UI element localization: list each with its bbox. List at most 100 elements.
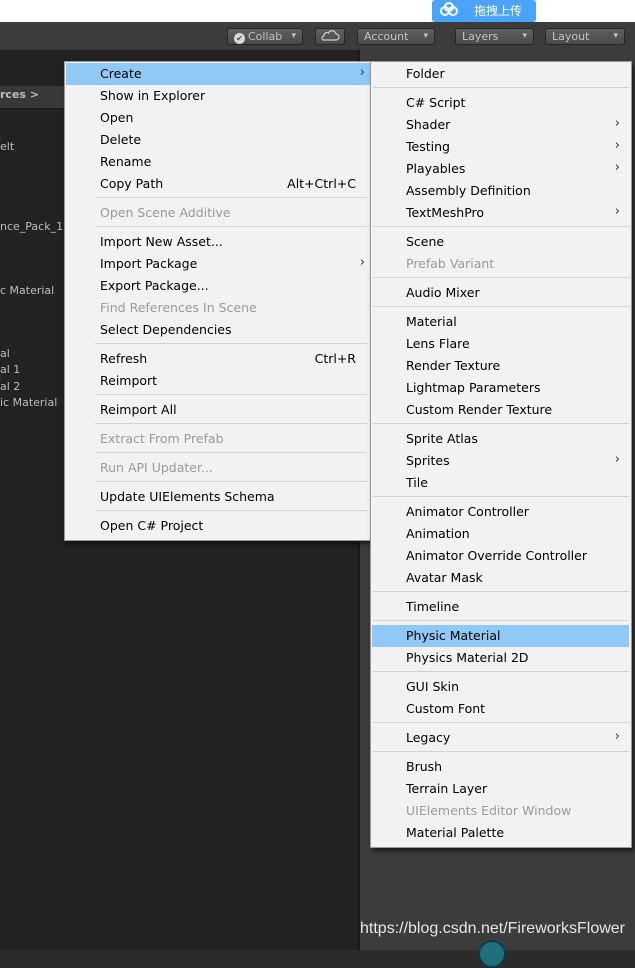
menu-separator — [373, 496, 629, 497]
menu-separator — [95, 394, 367, 395]
submenu-item-material[interactable]: Material — [372, 311, 630, 333]
submenu-item-timeline[interactable]: Timeline — [372, 596, 630, 618]
submenu-item-audio-mixer[interactable]: Audio Mixer — [372, 282, 630, 304]
menu-item-label: Rename — [100, 154, 152, 169]
menu-item-reimport[interactable]: Reimport — [66, 370, 370, 392]
menu-item-label: Lightmap Parameters — [406, 380, 541, 395]
submenu-item-avatar-mask[interactable]: Avatar Mask — [372, 567, 630, 589]
breadcrumb-label[interactable]: rces > — [0, 88, 39, 101]
menu-item-label: Testing — [406, 139, 450, 154]
menu-separator — [373, 423, 629, 424]
menu-item-delete[interactable]: Delete — [66, 129, 370, 151]
menu-item-open[interactable]: Open — [66, 107, 370, 129]
list-item[interactable]: nce_Pack_1 — [0, 220, 63, 233]
list-item[interactable]: al 2 — [0, 380, 20, 393]
submenu-item-folder[interactable]: Folder — [372, 63, 630, 85]
menu-item-label: Animator Controller — [406, 504, 529, 519]
menu-item-label: Open — [100, 110, 134, 125]
menu-item-label: Show in Explorer — [100, 88, 206, 103]
list-item[interactable]: al — [0, 347, 10, 360]
chevron-right-icon: › — [614, 729, 620, 744]
menu-item-label: Folder — [406, 66, 445, 81]
list-item[interactable]: elt — [0, 140, 14, 153]
submenu-item-gui-skin[interactable]: GUI Skin — [372, 676, 630, 698]
menu-item-label: Shader — [406, 117, 451, 132]
submenu-item-textmeshpro[interactable]: TextMeshPro › — [372, 202, 630, 224]
check-icon: ✔ — [234, 33, 245, 44]
menu-item-label: Copy Path — [100, 176, 164, 191]
menu-item-label: Export Package... — [100, 278, 209, 293]
menu-item-reimport-all[interactable]: Reimport All — [66, 399, 370, 421]
chevron-right-icon: › — [614, 204, 620, 219]
submenu-item-animation[interactable]: Animation — [372, 523, 630, 545]
menu-item-label: UIElements Editor Window — [406, 803, 572, 818]
menu-separator — [373, 671, 629, 672]
submenu-item-custom-render-texture[interactable]: Custom Render Texture — [372, 399, 630, 421]
editor-toolbar: ✔ Collab ▾ Account ▾ Layers ▾ Layout ▾ — [0, 22, 635, 50]
submenu-item-brush[interactable]: Brush — [372, 756, 630, 778]
menu-separator — [373, 620, 629, 621]
menu-item-show-in-explorer[interactable]: Show in Explorer — [66, 85, 370, 107]
menu-item-label: Scene — [406, 234, 445, 249]
layout-dropdown[interactable]: Layout ▾ — [545, 28, 625, 45]
collab-button[interactable]: ✔ Collab ▾ — [227, 28, 303, 45]
menu-item-rename[interactable]: Rename — [66, 151, 370, 173]
submenu-item-physic-material[interactable]: Physic Material — [372, 625, 629, 647]
submenu-item-render-texture[interactable]: Render Texture — [372, 355, 630, 377]
menu-item-label: Prefab Variant — [406, 256, 495, 271]
submenu-item-assembly-definition[interactable]: Assembly Definition — [372, 180, 630, 202]
submenu-item-sprite-atlas[interactable]: Sprite Atlas — [372, 428, 630, 450]
menu-separator — [95, 481, 367, 482]
menu-item-label: Render Texture — [406, 358, 501, 373]
submenu-item-terrain-layer[interactable]: Terrain Layer — [372, 778, 630, 800]
caret-down-icon: ▾ — [522, 31, 527, 41]
cloud-icon — [321, 30, 340, 41]
upload-badge[interactable]: 拖拽上传 — [432, 0, 536, 22]
menu-item-find-references: Find References In Scene — [66, 297, 370, 319]
layers-dropdown[interactable]: Layers ▾ — [455, 28, 534, 45]
menu-item-label: Avatar Mask — [406, 570, 483, 585]
submenu-item-animator-controller[interactable]: Animator Controller — [372, 501, 630, 523]
menu-item-label: Legacy — [406, 730, 451, 745]
menu-item-select-dependencies[interactable]: Select Dependencies — [66, 319, 370, 341]
chevron-right-icon: › — [614, 160, 620, 175]
menu-item-create[interactable]: Create › — [66, 63, 370, 85]
submenu-item-material-palette[interactable]: Material Palette — [372, 822, 630, 844]
menu-item-label: Extract From Prefab — [100, 431, 224, 446]
cloud-button[interactable] — [315, 28, 345, 45]
menu-item-import-package[interactable]: Import Package › — [66, 253, 370, 275]
list-item[interactable]: ic Material — [0, 396, 57, 409]
submenu-item-physics-material-2d[interactable]: Physics Material 2D — [372, 647, 630, 669]
menu-item-update-uielements-schema[interactable]: Update UIElements Schema — [66, 486, 370, 508]
menu-item-label: TextMeshPro — [406, 205, 485, 220]
submenu-item-animator-override-controller[interactable]: Animator Override Controller — [372, 545, 630, 567]
menu-separator — [373, 87, 629, 88]
submenu-item-legacy[interactable]: Legacy › — [372, 727, 630, 749]
submenu-item-tile[interactable]: Tile — [372, 472, 630, 494]
menu-item-label: Refresh — [100, 351, 148, 366]
menu-item-open-csharp-project[interactable]: Open C# Project — [66, 515, 370, 537]
menu-item-label: Brush — [406, 759, 443, 774]
menu-item-refresh[interactable]: Refresh Ctrl+R — [66, 348, 370, 370]
account-label: Account — [364, 30, 409, 43]
floating-ball-icon[interactable] — [478, 940, 506, 968]
cloud-upload-icon — [438, 2, 460, 20]
submenu-item-csharp-script[interactable]: C# Script — [372, 92, 630, 114]
submenu-item-shader[interactable]: Shader › — [372, 114, 630, 136]
submenu-item-playables[interactable]: Playables › — [372, 158, 630, 180]
submenu-item-testing[interactable]: Testing › — [372, 136, 630, 158]
menu-item-label: Physics Material 2D — [406, 650, 529, 665]
submenu-item-scene[interactable]: Scene — [372, 231, 630, 253]
submenu-item-lens-flare[interactable]: Lens Flare — [372, 333, 630, 355]
menu-item-export-package[interactable]: Export Package... — [66, 275, 370, 297]
submenu-item-sprites[interactable]: Sprites › — [372, 450, 630, 472]
menu-item-shortcut: Alt+Ctrl+C — [287, 176, 356, 191]
menu-item-label: Material — [406, 314, 457, 329]
list-item[interactable]: al 1 — [0, 363, 20, 376]
menu-item-copy-path[interactable]: Copy Path Alt+Ctrl+C — [66, 173, 370, 195]
menu-item-import-new-asset[interactable]: Import New Asset... — [66, 231, 370, 253]
list-item[interactable]: c Material — [0, 284, 54, 297]
submenu-item-custom-font[interactable]: Custom Font — [372, 698, 630, 720]
submenu-item-lightmap-parameters[interactable]: Lightmap Parameters — [372, 377, 630, 399]
account-dropdown[interactable]: Account ▾ — [357, 28, 435, 45]
